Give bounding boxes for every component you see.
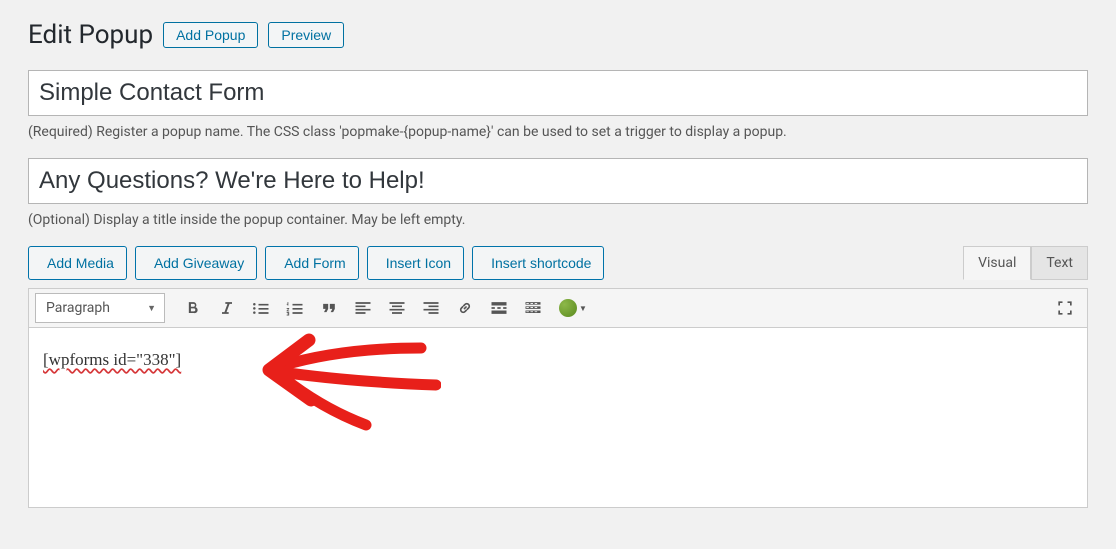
align-right-icon [421,298,441,318]
tab-visual[interactable]: Visual [963,246,1031,280]
add-giveaway-button[interactable]: Add Giveaway [135,246,257,280]
insert-icon-button[interactable]: Insert Icon [367,246,464,280]
chevron-down-icon: ▼ [579,304,587,313]
bold-button[interactable] [177,293,209,323]
link-button[interactable] [449,293,481,323]
editor-content-area[interactable]: [wpforms id="338"] [28,328,1088,508]
popup-name-input[interactable] [28,70,1088,116]
read-more-button[interactable] [483,293,515,323]
numbered-list-button[interactable] [279,293,311,323]
format-select[interactable]: Paragraph [35,293,165,323]
format-select-label: Paragraph [46,300,110,316]
align-center-icon [387,298,407,318]
align-right-button[interactable] [415,293,447,323]
fullscreen-button[interactable] [1049,293,1081,323]
fullscreen-icon [1055,298,1075,318]
bullet-list-button[interactable] [245,293,277,323]
popup-title-help-text: (Optional) Display a title inside the po… [28,212,1088,228]
editor-section: Add Media Add Giveaway Add Form Insert I… [28,246,1088,508]
add-media-button[interactable]: Add Media [28,246,127,280]
italic-icon [217,298,237,318]
blockquote-button[interactable] [313,293,345,323]
bullet-list-icon [251,298,271,318]
quote-icon [319,298,339,318]
read-more-icon [489,298,509,318]
popup-title-input[interactable] [28,158,1088,204]
numbered-list-icon [285,298,305,318]
popup-name-help-text: (Required) Register a popup name. The CS… [28,124,1088,140]
insert-icon-label: Insert Icon [386,255,451,271]
link-icon [455,298,475,318]
add-giveaway-label: Add Giveaway [154,255,244,271]
tiger-icon [559,299,577,317]
add-popup-button[interactable]: Add Popup [163,22,258,48]
tab-text[interactable]: Text [1031,246,1088,280]
editor-toolbar: Paragraph [28,288,1088,328]
toolbar-toggle-icon [523,298,543,318]
editor-shortcode-text: [wpforms id="338"] [43,350,181,369]
italic-button[interactable] [211,293,243,323]
page-title: Edit Popup [28,20,153,50]
align-left-icon [353,298,373,318]
tiger-menu-button[interactable]: ▼ [551,293,595,323]
insert-shortcode-label: Insert shortcode [491,255,591,271]
add-media-label: Add Media [47,255,114,271]
red-arrow-annotation [251,330,441,440]
align-center-button[interactable] [381,293,413,323]
insert-shortcode-button[interactable]: Insert shortcode [472,246,604,280]
add-form-label: Add Form [284,255,345,271]
add-form-button[interactable]: Add Form [265,246,358,280]
align-left-button[interactable] [347,293,379,323]
bold-icon [183,298,203,318]
toolbar-toggle-button[interactable] [517,293,549,323]
preview-button[interactable]: Preview [268,22,344,48]
